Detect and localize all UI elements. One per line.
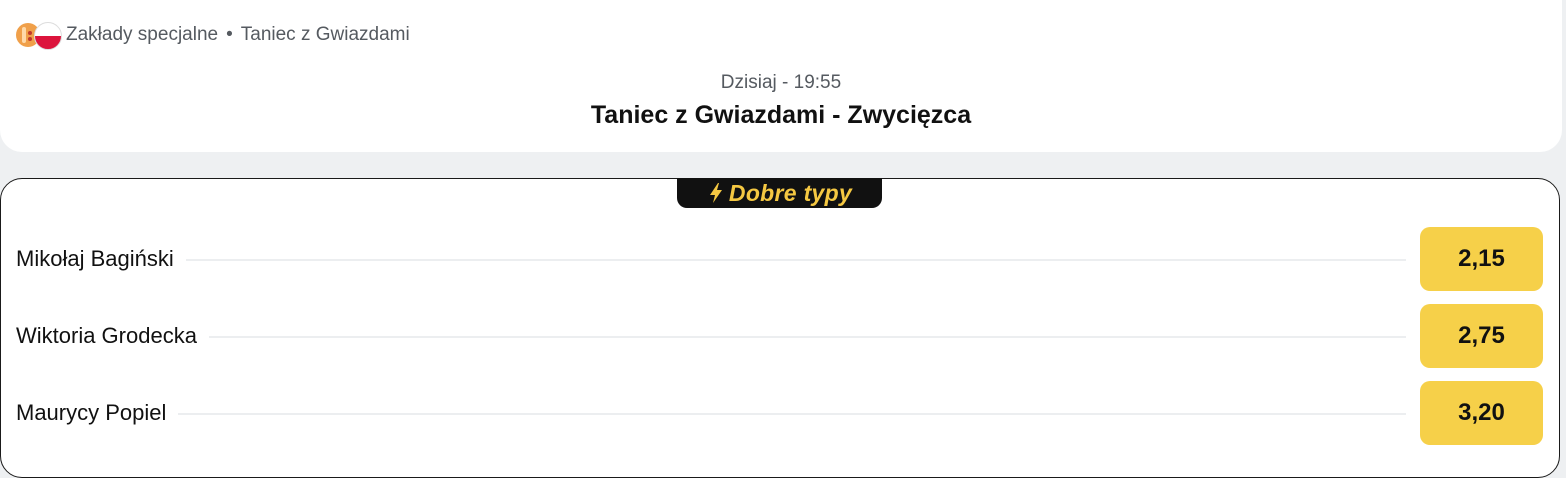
badge-label: Dobre typy [728,179,853,206]
lightning-bolt-icon [709,183,722,203]
selection-name: Mikołaj Bagiński [16,246,186,272]
breadcrumb-icons [16,21,62,50]
odds-button[interactable]: 2,15 [1420,227,1543,291]
row-divider-line [16,413,1406,415]
selection-row: Mikołaj Bagiński 2,15 [0,227,1566,291]
poland-flag-icon [34,22,62,50]
selection-row: Maurycy Popiel 3,20 [0,381,1566,445]
row-divider-line [16,259,1406,261]
row-divider-line [16,336,1406,338]
breadcrumb-category[interactable]: Zakłady specjalne [66,24,218,46]
selection-row: Wiktoria Grodecka 2,75 [0,304,1566,368]
breadcrumb: Zakłady specjalne • Taniec z Gwiazdami [16,21,410,50]
event-title: Taniec z Gwiazdami - Zwycięzca [590,101,972,129]
breadcrumb-event[interactable]: Taniec z Gwiazdami [241,24,410,46]
odds-button[interactable]: 3,20 [1420,381,1543,445]
selection-name: Maurycy Popiel [16,400,179,426]
event-time: Dzisiaj - 19:55 [720,72,842,93]
breadcrumb-separator: • [226,24,233,45]
event-header-card: Zakłady specjalne • Taniec z Gwiazdami D… [0,0,1562,152]
good-tips-badge: Dobre typy [677,178,882,208]
odds-button[interactable]: 2,75 [1420,304,1543,368]
selection-name: Wiktoria Grodecka [16,323,209,349]
